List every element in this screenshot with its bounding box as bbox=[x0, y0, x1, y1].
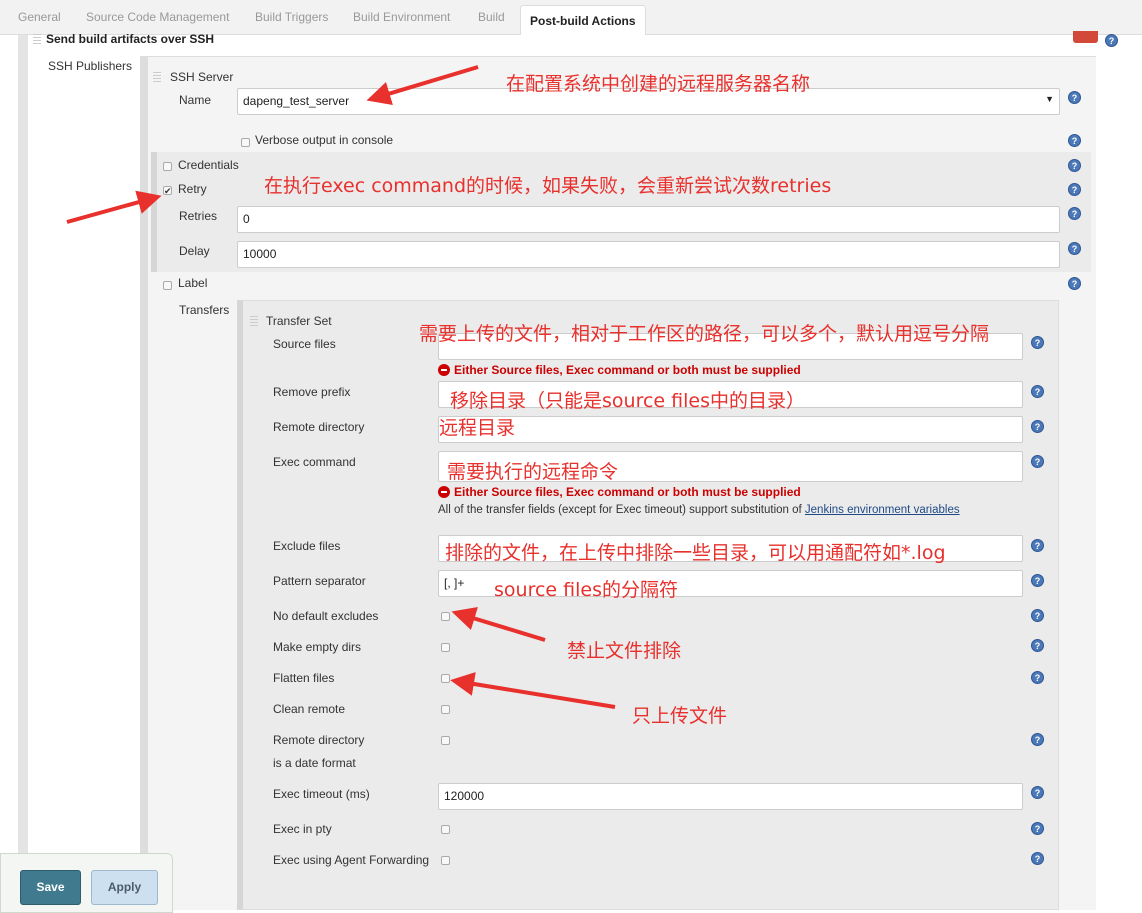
arrow-icon bbox=[451, 607, 546, 642]
arrow-icon bbox=[450, 672, 616, 709]
arrow-icon bbox=[66, 190, 162, 224]
annotation-arrows bbox=[66, 65, 616, 709]
arrow-icon bbox=[366, 65, 479, 106]
